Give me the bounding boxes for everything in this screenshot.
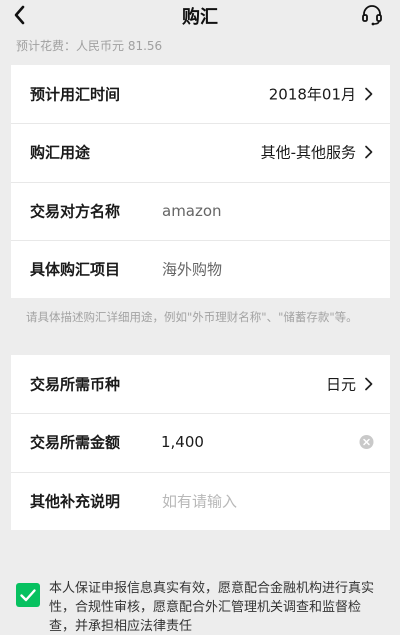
- counterparty-field[interactable]: amazon: [162, 202, 222, 220]
- agreement-text: 本人保证申报信息真实有效，愿意配合金融机构进行真实性，合规性审核，愿意配合外汇管…: [49, 581, 375, 634]
- currency-label: 交易所需币种: [30, 375, 121, 394]
- navigation-bar: 购汇: [0, 0, 400, 30]
- purchase-purpose-value: 其他-其他服务: [260, 143, 356, 162]
- remarks-label: 其他补充说明: [30, 492, 121, 511]
- purpose-hint: 请具体描述购汇详细用途，例如"外币理财名称"、"储蓄存款"等。: [26, 310, 358, 324]
- amount-label: 交易所需金额: [30, 433, 121, 452]
- checkmark-icon: [20, 589, 36, 602]
- counterparty-label: 交易对方名称: [30, 202, 121, 221]
- counterparty-row: 交易对方名称 amazon: [11, 182, 390, 240]
- page-title: 购汇: [182, 7, 218, 28]
- purchase-purpose-row[interactable]: 购汇用途 其他-其他服务: [11, 123, 390, 181]
- usage-time-label: 预计用汇时间: [30, 85, 121, 104]
- purchase-item-label: 具体购汇项目: [30, 260, 121, 279]
- currency-row[interactable]: 交易所需币种 日元: [11, 355, 390, 413]
- agreement-checkbox[interactable]: [16, 583, 40, 607]
- purchase-item-field[interactable]: 海外购物: [162, 259, 222, 280]
- remarks-input[interactable]: 如有请输入: [162, 491, 237, 512]
- currency-value: 日元: [325, 375, 356, 394]
- remarks-row: 其他补充说明 如有请输入: [11, 472, 390, 530]
- purchase-purpose-label: 购汇用途: [30, 143, 91, 162]
- chevron-right-icon: [365, 87, 373, 101]
- chevron-right-icon: [365, 145, 373, 159]
- estimated-cost: 预计花费：人民币元 81.56: [16, 39, 163, 53]
- customer-service-headset-icon[interactable]: [360, 3, 384, 27]
- usage-time-row[interactable]: 预计用汇时间 2018年01月: [11, 65, 390, 123]
- usage-time-value: 2018年01月: [268, 85, 356, 104]
- chevron-right-icon: [365, 377, 373, 391]
- amount-row: 交易所需金额 1,400: [11, 413, 390, 471]
- clear-input-icon[interactable]: [359, 435, 374, 450]
- purchase-info-card: 预计用汇时间 2018年01月 购汇用途 其他-其他服务 交易对方名称 amaz…: [11, 65, 390, 298]
- transaction-card: 交易所需币种 日元 交易所需金额 1,400 其他补充说明 如有请输入: [11, 355, 390, 530]
- purchase-item-row: 具体购汇项目 海外购物: [11, 240, 390, 298]
- amount-field[interactable]: 1,400: [161, 433, 204, 451]
